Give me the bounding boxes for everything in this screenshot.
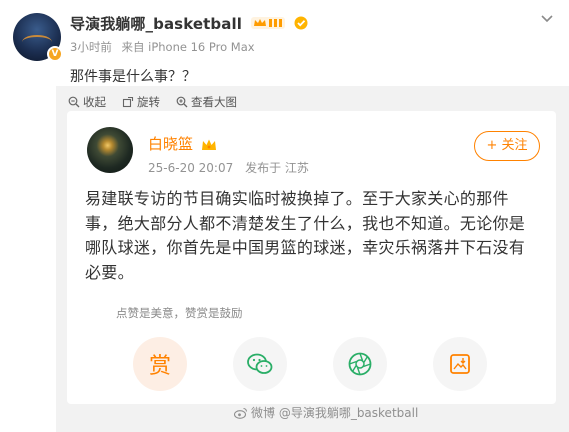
watermark-text: 微博 @导演我躺哪_basketball [251,406,419,420]
avatar-hoop-graphic [22,35,52,49]
view-large-button[interactable]: 查看大图 [176,94,237,110]
quoted-post-date: 25-6-20 20:07 [148,161,234,175]
image-toolbar: 收起 旋转 查看大图 [68,94,237,110]
member-crown-icon [251,16,286,34]
encourage-text: 点赞是美意，赞赏是鼓励 [116,306,243,320]
zoom-out-icon [68,96,80,108]
chevron-down-icon[interactable] [539,10,555,26]
reward-icon: 赏 [148,354,171,379]
wechat-share-button[interactable] [233,337,287,391]
verified-badge-icon: V [47,46,63,62]
quoted-post-card[interactable]: 白晓篮 25-6-20 20:07 发布于 江苏 + 关注 易建联专访的节目确实… [67,111,556,404]
post-meta: 3小时前 来自 iPhone 16 Pro Max [70,39,261,55]
collapse-button[interactable]: 收起 [68,94,106,110]
author-name-row: 导演我躺哪_basketball [70,13,308,34]
member-crown-icon [201,139,216,150]
quoted-author-avatar[interactable] [87,127,133,173]
post-source: 来自 iPhone 16 Pro Max [121,40,255,54]
quoted-post-body: 易建联专访的节目确实临时被换掉了。至于大家关心的那件事，绝大部分人都不清楚发生了… [85,189,526,282]
rotate-button[interactable]: 旋转 [122,94,160,110]
post-time: 3小时前 [70,40,112,54]
moments-share-button[interactable] [333,337,387,391]
rotate-icon [122,96,134,108]
camera-aperture-icon [348,352,372,376]
follow-button[interactable]: + 关注 [474,131,540,161]
post-text: 那件事是什么事？？ [70,69,196,85]
weibo-logo-icon [234,407,248,419]
wechat-icon [247,353,273,374]
quoted-author-name[interactable]: 白晓篮 [148,135,193,153]
view-large-label: 查看大图 [191,95,237,109]
save-image-button[interactable] [433,337,487,391]
reward-button[interactable]: 赏 [133,337,187,391]
save-image-icon [450,354,470,374]
quoted-post-meta: 25-6-20 20:07 发布于 江苏 [148,159,317,176]
collapse-label: 收起 [83,95,106,109]
share-actions: 赏 [133,337,487,391]
author-avatar[interactable]: V [13,13,63,62]
weibo-watermark: 微博 @导演我躺哪_basketball [234,404,418,421]
rotate-label: 旋转 [137,95,160,109]
quoted-post-location: 发布于 江苏 [245,161,309,175]
zoom-in-icon [176,96,188,108]
author-name[interactable]: 导演我躺哪_basketball [70,15,242,33]
quoted-author-row: 白晓篮 [148,133,217,154]
gold-verify-icon [294,16,308,34]
